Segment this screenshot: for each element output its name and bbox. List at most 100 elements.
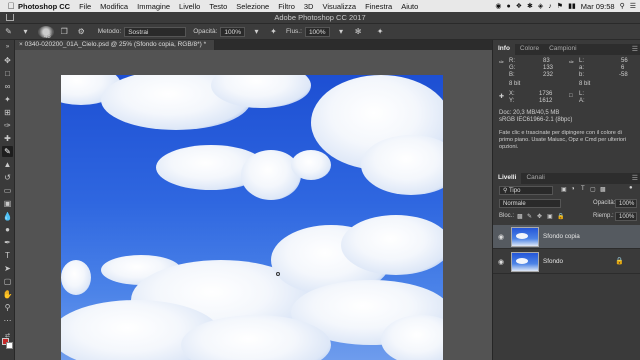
menu-file[interactable]: File <box>79 2 91 11</box>
lock-all-icon[interactable]: 🔒 <box>557 213 564 220</box>
brush-size-label: 48 <box>44 33 51 40</box>
layer-name[interactable]: Sfondo copia <box>543 233 580 240</box>
airbrush-icon[interactable]: ✻ <box>353 26 364 37</box>
eyedropper-icon: ✑ <box>499 60 505 66</box>
notifications-icon[interactable]: ☰ <box>630 2 636 10</box>
blur-tool-icon[interactable]: 💧 <box>2 211 13 222</box>
filter-type-icon[interactable]: T <box>581 186 585 192</box>
status-icon[interactable]: ● <box>507 3 511 10</box>
menubar-clock[interactable]: Mar 09:58 <box>581 2 615 11</box>
crop-tool-icon[interactable]: ⊞ <box>2 107 13 118</box>
brush-settings-icon[interactable]: ⚙ <box>76 26 87 37</box>
layer-row[interactable]: ◉ Sfondo copia <box>493 225 640 249</box>
lock-pixels-icon[interactable]: ✎ <box>527 213 532 220</box>
panel-menu-icon[interactable]: ☰ <box>632 174 638 182</box>
marquee-tool-icon[interactable]: □ <box>2 68 13 79</box>
info-lab-b-value: -58 <box>619 72 628 78</box>
wifi-icon[interactable]: ◈ <box>538 2 543 10</box>
healing-brush-tool-icon[interactable]: ✚ <box>2 133 13 144</box>
menu-immagine[interactable]: Immagine <box>137 2 170 11</box>
type-tool-icon[interactable]: T <box>2 250 13 261</box>
chevron-down-icon[interactable]: ▾ <box>20 26 31 37</box>
tab-campioni[interactable]: Campioni <box>544 44 581 55</box>
lock-position-icon[interactable]: ✥ <box>537 213 542 220</box>
volume-icon[interactable]: ♪ <box>548 3 552 10</box>
eye-icon[interactable]: ◉ <box>498 258 504 266</box>
tab-colore[interactable]: Colore <box>515 44 544 55</box>
layer-row[interactable]: ◉ Sfondo 🔒 <box>493 250 640 274</box>
rectangle-tool-icon[interactable]: ▢ <box>2 276 13 287</box>
canvas-area[interactable] <box>15 50 492 360</box>
menu-testo[interactable]: Testo <box>209 2 227 11</box>
fill-field[interactable]: 100% <box>615 212 637 221</box>
flag-icon[interactable]: ⚑ <box>557 2 563 10</box>
pressure-opacity-icon[interactable]: ✦ <box>268 26 279 37</box>
dodge-tool-icon[interactable]: ● <box>2 224 13 235</box>
filter-smart-object-icon[interactable]: ▩ <box>600 186 606 193</box>
more-tools-icon[interactable]: ⋯ <box>2 315 13 326</box>
menu-app-name[interactable]: Photoshop CC <box>18 2 70 11</box>
filter-toggle-icon[interactable]: ● <box>629 185 633 191</box>
menu-3d[interactable]: 3D <box>304 2 314 11</box>
layer-opacity-field[interactable]: 100% <box>615 199 637 208</box>
pressure-size-icon[interactable]: ✦ <box>375 26 386 37</box>
document-tab[interactable]: × 0340-020200_01A_Cielo.psd @ 25% (Sfond… <box>15 40 215 50</box>
chevron-down-icon[interactable]: ▾ <box>336 26 347 37</box>
window-title: Adobe Photoshop CC 2017 <box>274 13 366 22</box>
close-icon[interactable]: × <box>19 41 23 48</box>
eraser-tool-icon[interactable]: ▭ <box>2 185 13 196</box>
menu-visualizza[interactable]: Visualizza <box>322 2 356 11</box>
flusso-field[interactable]: 100% <box>304 26 330 37</box>
layer-name[interactable]: Sfondo <box>543 258 563 265</box>
move-tool-icon[interactable]: ✥ <box>2 55 13 66</box>
lasso-tool-icon[interactable]: ∞ <box>2 81 13 92</box>
menu-selezione[interactable]: Selezione <box>236 2 269 11</box>
filter-shape-icon[interactable]: ▢ <box>590 186 596 193</box>
metodo-select[interactable]: Sostrai <box>124 26 187 37</box>
creative-cloud-icon[interactable]: ◉ <box>495 2 501 10</box>
menu-modifica[interactable]: Modifica <box>100 2 128 11</box>
filter-pixel-icon[interactable]: ▣ <box>561 186 567 193</box>
gradient-tool-icon[interactable]: ▣ <box>2 198 13 209</box>
opacita-field[interactable]: 100% <box>220 26 246 37</box>
info-g-label: G: <box>509 65 516 71</box>
menu-aiuto[interactable]: Aiuto <box>401 2 418 11</box>
tab-canali[interactable]: Canali <box>521 173 549 184</box>
menu-livello[interactable]: Livello <box>179 2 200 11</box>
info-a-label: a: <box>579 65 585 71</box>
history-brush-tool-icon[interactable]: ↺ <box>2 172 13 183</box>
blend-mode-select[interactable]: Normale <box>499 199 561 208</box>
zoom-tool-icon[interactable]: ⚲ <box>2 302 13 313</box>
panel-menu-icon[interactable]: ☰ <box>632 45 638 53</box>
eye-icon[interactable]: ◉ <box>498 233 504 241</box>
clone-stamp-tool-icon[interactable]: ▲ <box>2 159 13 170</box>
path-selection-tool-icon[interactable]: ➤ <box>2 263 13 274</box>
battery-icon[interactable]: ▮▮ <box>568 2 576 10</box>
layer-kind-filter[interactable]: ⚲ Tipo <box>499 186 553 195</box>
dropbox-icon[interactable]: ❖ <box>516 2 522 10</box>
pen-tool-icon[interactable]: ✒ <box>2 237 13 248</box>
lock-transparency-icon[interactable]: ▩ <box>517 213 523 220</box>
lock-icon: 🔒 <box>615 258 624 265</box>
tab-info[interactable]: Info <box>493 44 515 55</box>
tab-livelli[interactable]: Livelli <box>493 173 522 184</box>
lock-artboard-icon[interactable]: ▣ <box>547 213 553 220</box>
fill-value: 100% <box>619 214 635 220</box>
collapse-toolbar-icon[interactable]: » <box>2 42 13 53</box>
hand-tool-icon[interactable]: ✋ <box>2 289 13 300</box>
brush-tool-icon[interactable]: ✎ <box>2 146 13 157</box>
chevron-down-icon[interactable]: ▾ <box>251 26 262 37</box>
background-color-swatch[interactable] <box>6 342 13 349</box>
menu-filtro[interactable]: Filtro <box>278 2 295 11</box>
search-icon[interactable]: ⚲ <box>620 2 625 10</box>
bluetooth-icon[interactable]: ✱ <box>527 2 533 10</box>
eyedropper-tool-icon[interactable]: ✑ <box>2 120 13 131</box>
quick-selection-tool-icon[interactable]: ✦ <box>2 94 13 105</box>
document-image[interactable] <box>61 75 443 360</box>
apple-icon[interactable]:  <box>4 1 18 11</box>
selection-size-icon: □ <box>569 93 573 99</box>
menu-finestra[interactable]: Finestra <box>365 2 392 11</box>
brush-panel-icon[interactable]: ❐ <box>59 26 70 37</box>
brush-tool-icon[interactable]: ✎ <box>3 26 14 37</box>
filter-adjustment-icon[interactable]: ◑ <box>571 186 575 192</box>
